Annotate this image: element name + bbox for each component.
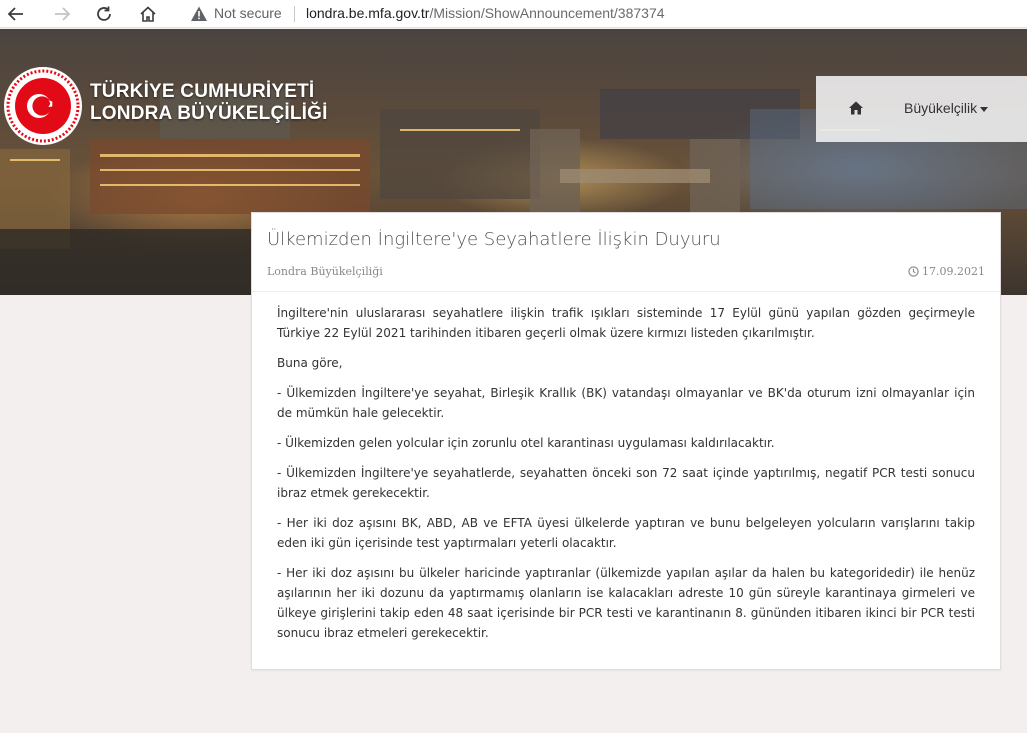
- home-icon[interactable]: [848, 100, 864, 116]
- date-text: 17.09.2021: [922, 265, 985, 278]
- brand-line2: LONDRA BÜYÜKELÇİLİĞİ: [90, 103, 328, 124]
- paragraph: - Ülkemizden İngiltere'ye seyahat, Birle…: [277, 386, 975, 420]
- paragraph: İngiltere'nin uluslararası seyahatlere i…: [277, 306, 975, 340]
- brand-line1: TÜRKİYE CUMHURİYETİ: [90, 81, 315, 102]
- address-bar[interactable]: londra.be.mfa.gov.tr/Mission/ShowAnnounc…: [306, 5, 665, 21]
- reload-button[interactable]: [92, 2, 116, 26]
- top-navigation: Büyükelçilik: [816, 76, 1027, 142]
- url-host: londra.be.mfa.gov.tr: [306, 5, 430, 21]
- announcement-header: Ülkemizden İngiltere'ye Seyahatlere İliş…: [252, 213, 1000, 291]
- browser-home-button[interactable]: [136, 2, 160, 26]
- paragraph: - Ülkemizden gelen yolcular için zorunlu…: [277, 436, 775, 450]
- url-separator: [294, 6, 295, 22]
- buyukelcilik-dropdown[interactable]: Büyükelçilik: [904, 100, 989, 116]
- brand-title[interactable]: TÜRKİYE CUMHURİYETİ LONDRA BÜYÜKELÇİLİĞİ: [90, 81, 328, 125]
- browser-toolbar: Not secure londra.be.mfa.gov.tr/Mission/…: [0, 0, 1027, 28]
- forward-button[interactable]: [50, 2, 74, 26]
- security-label[interactable]: Not secure: [214, 5, 282, 21]
- turkish-emblem-logo[interactable]: [3, 66, 83, 146]
- back-button[interactable]: [4, 2, 28, 26]
- paragraph: - Her iki doz aşısını BK, ABD, AB ve EFT…: [277, 516, 975, 550]
- announcement-body: İngiltere'nin uluslararası seyahatlere i…: [277, 303, 975, 653]
- paragraph: - Ülkemizden İngiltere'ye seyahatlerde, …: [277, 466, 975, 500]
- caret-down-icon: [980, 106, 989, 112]
- page-title: Ülkemizden İngiltere'ye Seyahatlere İliş…: [267, 229, 721, 250]
- announcement-card: Ülkemizden İngiltere'ye Seyahatlere İliş…: [251, 212, 1001, 670]
- url-path: /Mission/ShowAnnouncement/387374: [429, 5, 665, 21]
- announcement-source: Londra Büyükelçiliği: [267, 265, 383, 278]
- home-icon: [140, 6, 156, 22]
- clock-icon: [908, 266, 919, 277]
- forward-icon: [55, 7, 71, 21]
- announcement-date: 17.09.2021: [908, 265, 985, 278]
- warning-icon[interactable]: [190, 5, 208, 23]
- dropdown-label: Büyükelçilik: [904, 100, 978, 116]
- reload-icon: [97, 6, 111, 21]
- paragraph: Buna göre,: [277, 356, 343, 370]
- divider: [252, 291, 1000, 292]
- back-icon: [7, 7, 23, 21]
- paragraph: - Her iki doz aşısını bu ülkeler haricin…: [277, 566, 975, 640]
